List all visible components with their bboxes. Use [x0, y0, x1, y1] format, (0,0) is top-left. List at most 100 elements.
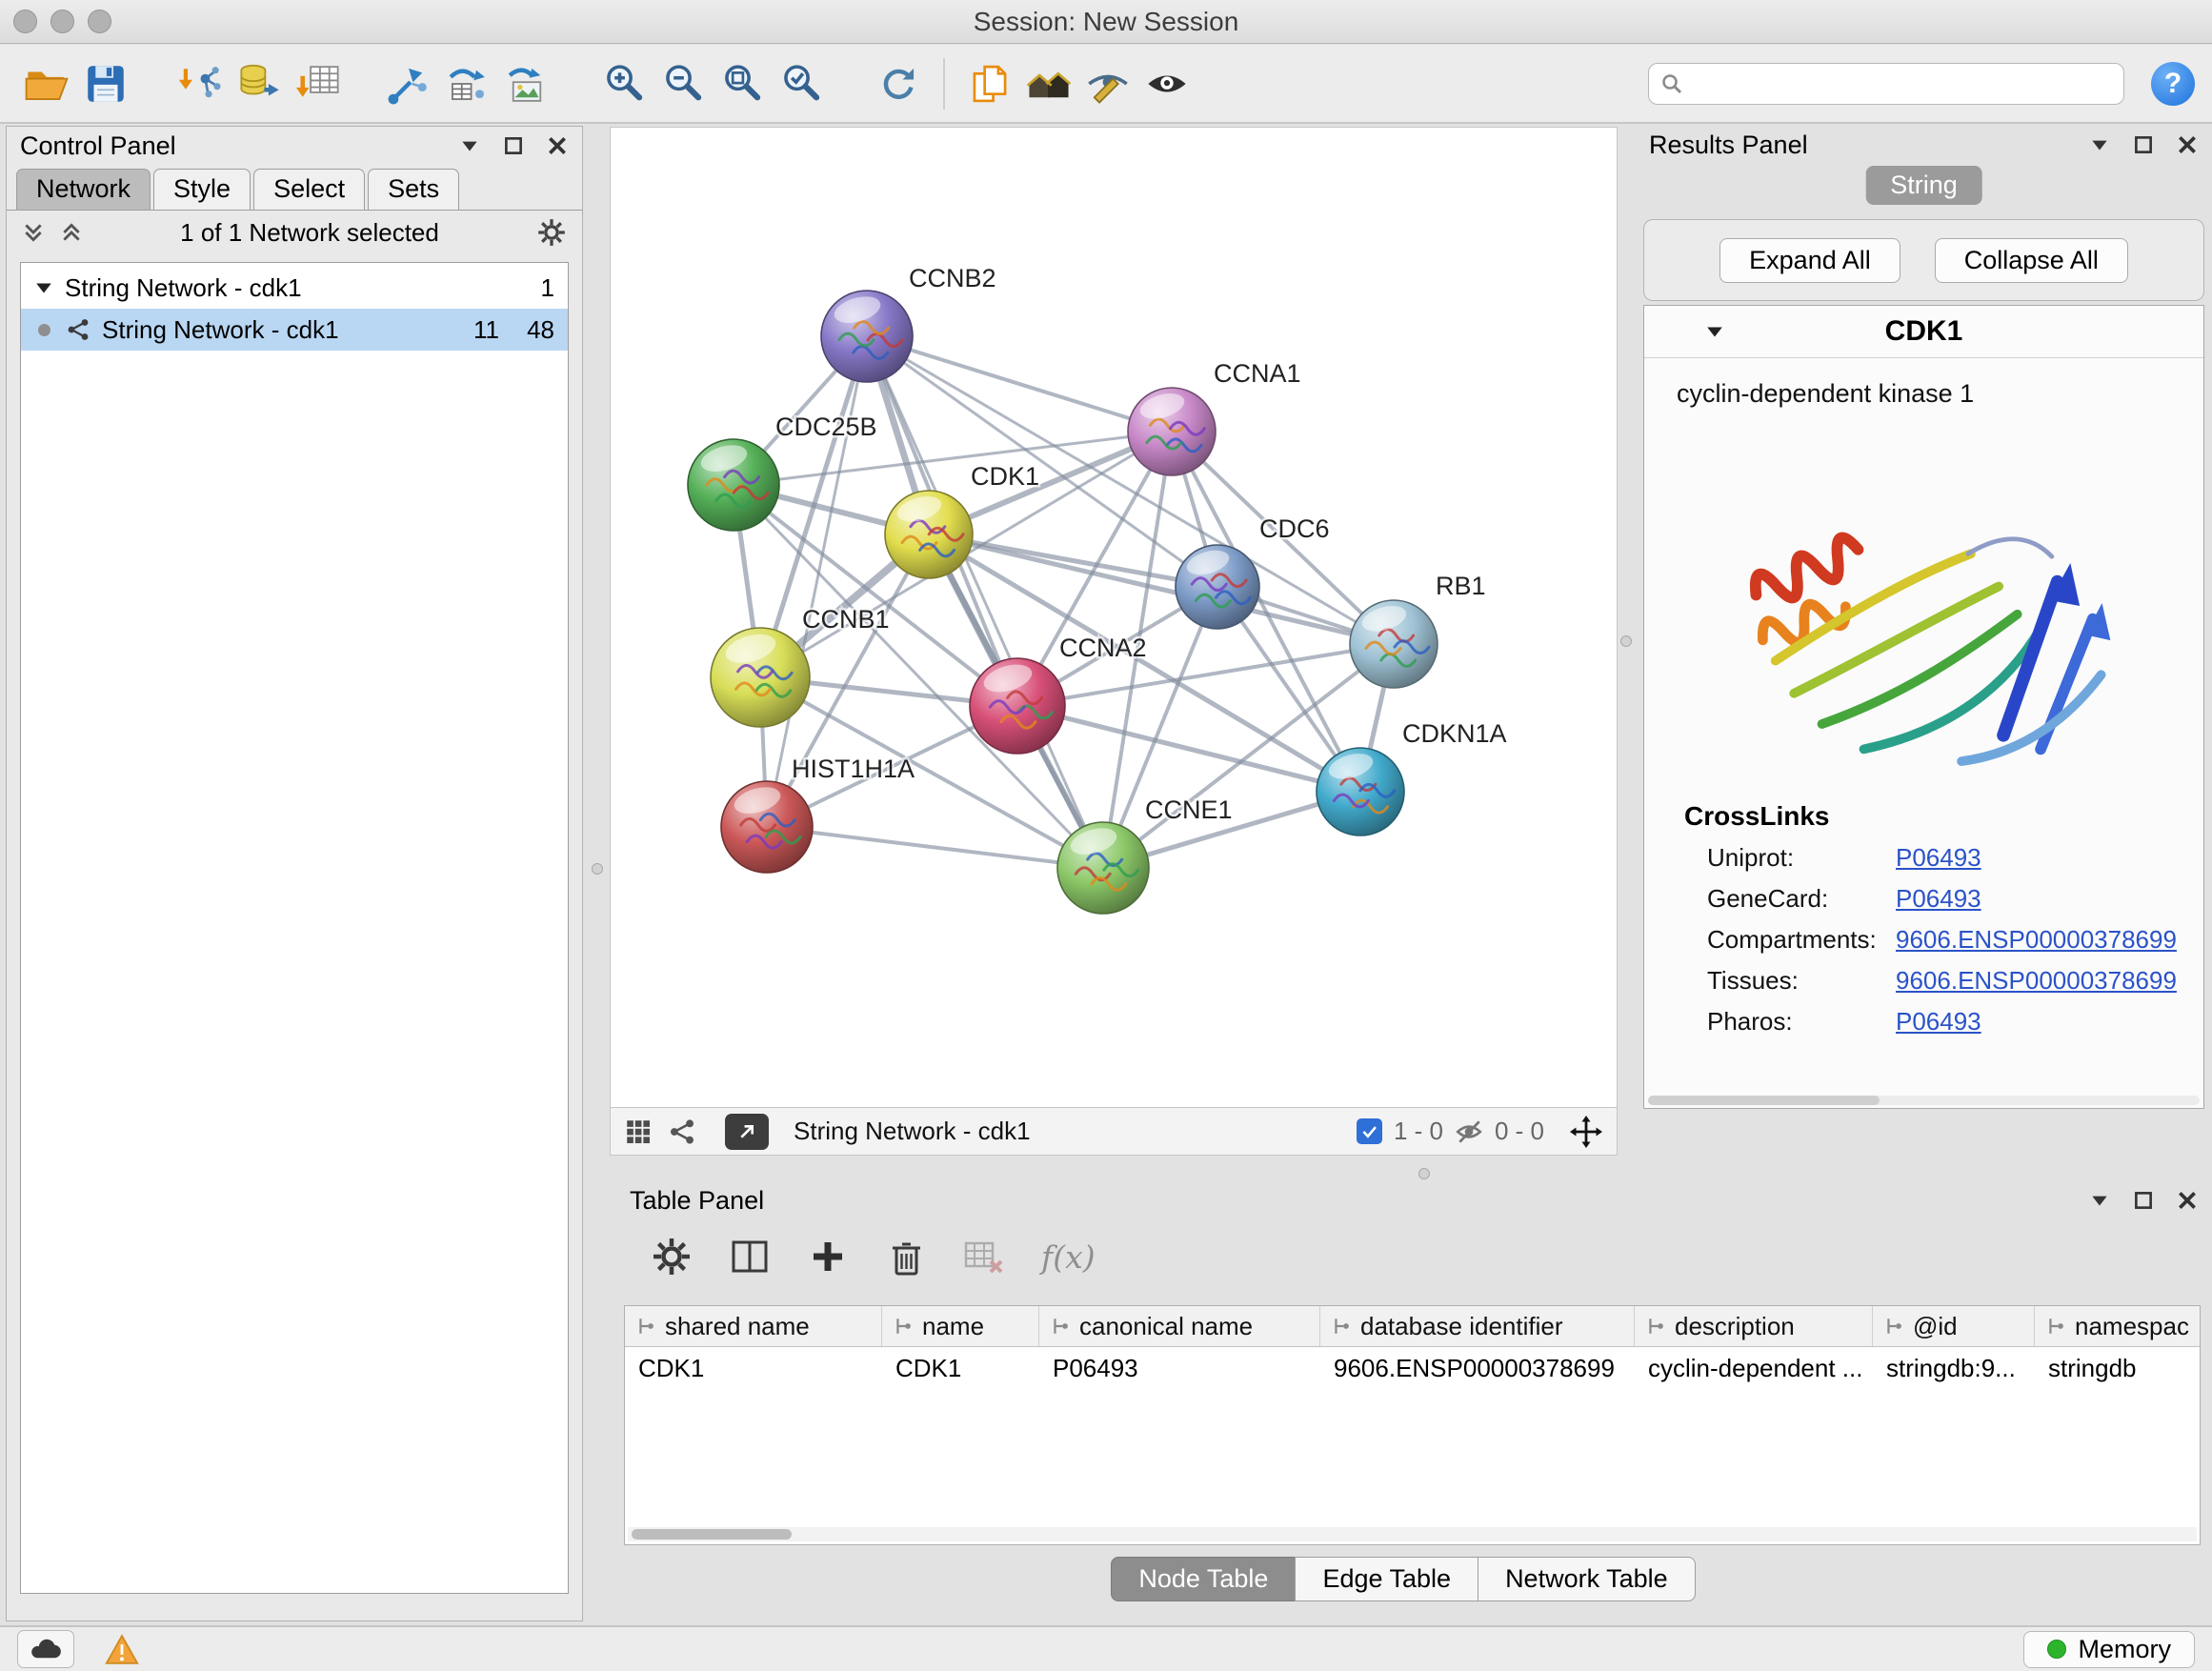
- close-panel-icon[interactable]: [546, 134, 569, 157]
- collapse-all-button[interactable]: Collapse All: [1935, 238, 2128, 283]
- network-view[interactable]: CCNB2CCNA1CDC25BCDK1CDC6RB1CCNB1CCNA2CDK…: [610, 127, 1618, 1108]
- add-column-icon[interactable]: [807, 1236, 849, 1278]
- close-panel-icon[interactable]: [2176, 133, 2199, 156]
- expand-all-networks-icon[interactable]: [22, 221, 45, 244]
- expand-all-button[interactable]: Expand All: [1719, 238, 1900, 283]
- network-graph[interactable]: CCNB2CCNA1CDC25BCDK1CDC6RB1CCNB1CCNA2CDK…: [611, 128, 1617, 1107]
- homes-button[interactable]: [1019, 54, 1078, 113]
- network-collection-row[interactable]: String Network - cdk1 1: [21, 267, 568, 309]
- network-edge[interactable]: [867, 336, 1172, 432]
- horizontal-splitter-handle[interactable]: [1418, 1168, 1430, 1179]
- network-row-selected[interactable]: String Network - cdk1 11 48: [21, 309, 568, 351]
- new-network-button[interactable]: [379, 54, 438, 113]
- delete-column-icon[interactable]: [885, 1236, 927, 1278]
- column-header[interactable]: database identifier: [1320, 1306, 1635, 1346]
- float-panel-icon[interactable]: [2132, 1189, 2155, 1212]
- hidden-eye-icon[interactable]: [1455, 1117, 1483, 1146]
- float-panel-icon[interactable]: [2132, 133, 2155, 156]
- table-tab-node-table[interactable]: Node Table: [1111, 1557, 1296, 1601]
- network-edge[interactable]: [767, 336, 867, 827]
- crosslink-link[interactable]: P06493: [1896, 884, 1981, 914]
- table-cell[interactable]: stringdb: [2035, 1347, 2201, 1389]
- results-scrollbar-thumb[interactable]: [1648, 1096, 1880, 1105]
- network-edge[interactable]: [867, 336, 1394, 644]
- close-panel-icon[interactable]: [2176, 1189, 2199, 1212]
- tab-string[interactable]: String: [1865, 166, 1982, 205]
- network-node-CCNA1[interactable]: CCNA1: [1128, 359, 1301, 475]
- panel-menu-icon[interactable]: [458, 134, 481, 157]
- pan-icon[interactable]: [1569, 1115, 1603, 1149]
- apply-layout-button[interactable]: [869, 54, 928, 113]
- vertical-splitter-handle[interactable]: [592, 863, 603, 875]
- table-settings-gear-icon[interactable]: [651, 1236, 693, 1278]
- zoom-fit-button[interactable]: [713, 54, 772, 113]
- crosslink-link[interactable]: P06493: [1896, 843, 1981, 873]
- show-details-button[interactable]: [1137, 54, 1196, 113]
- column-header[interactable]: name: [882, 1306, 1039, 1346]
- table-cell[interactable]: CDK1: [882, 1347, 1039, 1389]
- network-node-CDKN1A[interactable]: CDKN1A: [1317, 719, 1507, 836]
- zoom-selected-button[interactable]: [772, 54, 831, 113]
- table-row[interactable]: CDK1CDK1P064939606.ENSP00000378699cyclin…: [625, 1347, 2200, 1389]
- table-tab-network-table[interactable]: Network Table: [1478, 1557, 1696, 1601]
- column-header[interactable]: shared name: [625, 1306, 882, 1346]
- network-node-CCNB2[interactable]: CCNB2: [821, 264, 996, 382]
- export-image-button[interactable]: [497, 54, 556, 113]
- table-cell[interactable]: 9606.ENSP00000378699: [1320, 1347, 1635, 1389]
- warning-button[interactable]: [103, 1631, 141, 1667]
- import-table-button[interactable]: [290, 54, 349, 113]
- network-edge[interactable]: [929, 534, 1394, 644]
- help-button[interactable]: ?: [2151, 62, 2195, 106]
- collapse-section-icon[interactable]: [1705, 322, 1724, 341]
- network-node-RB1[interactable]: RB1: [1350, 572, 1486, 688]
- tab-network[interactable]: Network: [16, 169, 151, 210]
- column-header[interactable]: namespac: [2035, 1306, 2201, 1346]
- column-header[interactable]: description: [1635, 1306, 1873, 1346]
- zoom-in-button[interactable]: [594, 54, 654, 113]
- documents-button[interactable]: [960, 54, 1019, 113]
- network-overview-icon[interactable]: [668, 1117, 696, 1146]
- cloud-button[interactable]: [17, 1630, 74, 1668]
- float-panel-icon[interactable]: [502, 134, 525, 157]
- tab-sets[interactable]: Sets: [368, 169, 459, 210]
- network-node-CCNB1[interactable]: CCNB1: [711, 605, 890, 727]
- annotation-button[interactable]: [1078, 54, 1137, 113]
- search-input[interactable]: [1691, 68, 2112, 99]
- tab-select[interactable]: Select: [253, 169, 365, 210]
- table-cell[interactable]: P06493: [1039, 1347, 1320, 1389]
- crosslink-link[interactable]: 9606.ENSP00000378699: [1896, 966, 2177, 996]
- table-horizontal-scrollbar[interactable]: [628, 1527, 2197, 1541]
- panel-menu-icon[interactable]: [2088, 133, 2111, 156]
- panel-menu-icon[interactable]: [2088, 1189, 2111, 1212]
- import-network-database-button[interactable]: [231, 54, 290, 113]
- network-options-gear-icon[interactable]: [536, 217, 567, 248]
- show-columns-icon[interactable]: [729, 1236, 771, 1278]
- collapse-all-networks-icon[interactable]: [60, 221, 83, 244]
- crosslink-link[interactable]: 9606.ENSP00000378699: [1896, 925, 2177, 955]
- import-network-file-button[interactable]: [171, 54, 231, 113]
- memory-button[interactable]: Memory: [2023, 1631, 2195, 1668]
- results-scrollbar[interactable]: [1648, 1096, 2200, 1105]
- column-header[interactable]: @id: [1873, 1306, 2035, 1346]
- network-edge[interactable]: [867, 336, 1103, 868]
- tab-style[interactable]: Style: [153, 169, 251, 210]
- table-scrollbar-thumb[interactable]: [632, 1529, 792, 1540]
- table-cell[interactable]: stringdb:9...: [1873, 1347, 2035, 1389]
- protein-card-header[interactable]: CDK1: [1644, 306, 2203, 358]
- network-edge[interactable]: [767, 827, 1103, 868]
- save-session-button[interactable]: [76, 54, 135, 113]
- table-cell[interactable]: cyclin-dependent ...: [1635, 1347, 1873, 1389]
- table-cell[interactable]: CDK1: [625, 1347, 882, 1389]
- network-node-HIST1H1A[interactable]: HIST1H1A: [721, 755, 915, 873]
- column-header[interactable]: canonical name: [1039, 1306, 1320, 1346]
- table-tab-edge-table[interactable]: Edge Table: [1295, 1557, 1478, 1601]
- open-session-button[interactable]: [17, 54, 76, 113]
- open-in-new-window-button[interactable]: [725, 1114, 769, 1150]
- function-builder-button[interactable]: f(x): [1041, 1238, 1096, 1276]
- selected-checkbox[interactable]: [1357, 1118, 1382, 1144]
- crosslink-link[interactable]: P06493: [1896, 1007, 1981, 1037]
- vertical-splitter-handle[interactable]: [1620, 635, 1632, 647]
- zoom-out-button[interactable]: [654, 54, 713, 113]
- grid-view-icon[interactable]: [624, 1117, 653, 1146]
- clone-network-button[interactable]: [438, 54, 497, 113]
